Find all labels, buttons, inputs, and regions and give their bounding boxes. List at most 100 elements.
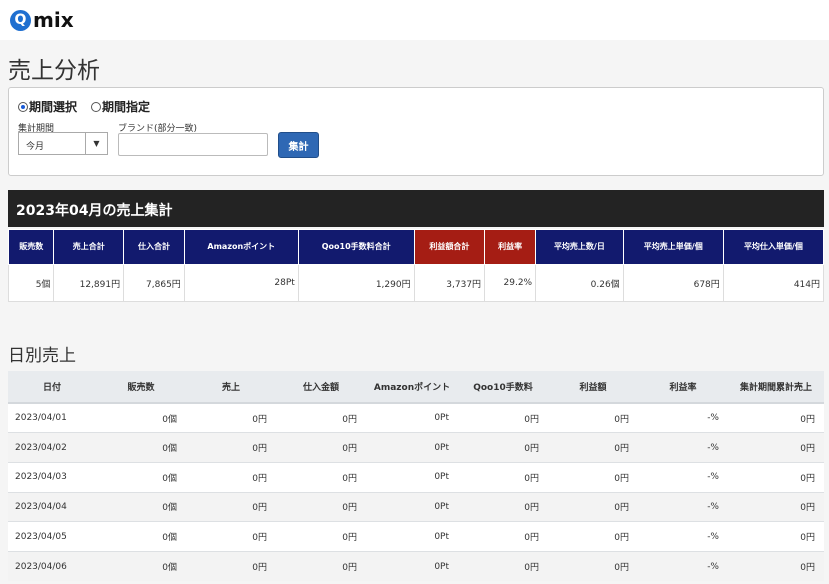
- page-title: 売上分析: [8, 58, 100, 84]
- cumulative-sales-cell: 0円: [728, 432, 824, 463]
- summary-header: 平均売上数/日: [535, 229, 624, 265]
- aggregation-period-select[interactable]: 今月 ▼: [18, 132, 108, 155]
- daily-header: 集計期間累計売上: [728, 371, 824, 404]
- daily-header: 利益額: [548, 371, 638, 404]
- amazon-points-cell: 0Pt: [366, 550, 458, 582]
- sales-cell: 0円: [186, 402, 276, 433]
- summary-value: 7,865円: [123, 264, 185, 302]
- sales-cell: 0円: [186, 432, 276, 463]
- summary-header: 利益率: [484, 229, 537, 265]
- profit-cell: 0円: [548, 550, 638, 582]
- qoo10-fee-cell: 0円: [458, 550, 548, 582]
- amazon-points-cell: 0Pt: [366, 491, 458, 522]
- daily-sales-title: 日別売上: [8, 346, 76, 366]
- purchase-cell: 0円: [276, 521, 366, 552]
- purchase-cell: 0円: [276, 550, 366, 582]
- date-cell: 2023/04/03: [8, 461, 96, 493]
- logo[interactable]: Q mix: [10, 8, 74, 32]
- aggregation-period-value: 今月: [26, 142, 45, 152]
- chevron-down-icon[interactable]: ▼: [85, 133, 107, 154]
- cumulative-sales-cell: 0円: [728, 402, 824, 433]
- profit-cell: 0円: [548, 461, 638, 493]
- date-cell: 2023/04/06: [8, 550, 96, 582]
- summary-value: 1,290円: [297, 264, 415, 302]
- summary-value: 5個: [7, 264, 55, 302]
- date-cell: 2023/04/05: [8, 521, 96, 552]
- period-specify-radio[interactable]: [91, 101, 102, 112]
- profit-cell: 0円: [548, 432, 638, 463]
- summary-header: 利益額合計: [413, 229, 486, 265]
- units-cell: 0個: [96, 432, 186, 463]
- summary-header: 平均仕入単価/個: [722, 229, 825, 265]
- table-row: 2023/04/03 0個 0円 0円 0Pt 0円 0円 -% 0円: [8, 461, 824, 493]
- daily-header-row: 日付 販売数 売上 仕入金額 Amazonポイント Qoo10手数料 利益額 利…: [8, 371, 824, 404]
- date-cell: 2023/04/04: [8, 491, 96, 522]
- summary-value: 12,891円: [53, 264, 125, 302]
- summary-value: 414円: [722, 264, 825, 302]
- aggregate-button[interactable]: 集計: [278, 132, 319, 158]
- daily-header: 利益率: [638, 371, 728, 404]
- qoo10-fee-cell: 0円: [458, 402, 548, 433]
- period-specify-label[interactable]: 期間指定: [102, 98, 150, 115]
- qoo10-fee-cell: 0円: [458, 491, 548, 522]
- cumulative-sales-cell: 0円: [728, 521, 824, 552]
- top-bar: Q mix: [0, 0, 829, 40]
- table-row: 2023/04/04 0個 0円 0円 0Pt 0円 0円 -% 0円: [8, 491, 824, 522]
- sales-cell: 0円: [186, 461, 276, 493]
- amazon-points-cell: 0Pt: [366, 521, 458, 552]
- profit-rate-cell: -%: [638, 461, 728, 493]
- amazon-points-cell: 0Pt: [366, 402, 458, 433]
- summary-value: 678円: [622, 264, 724, 302]
- date-cell: 2023/04/01: [8, 402, 96, 433]
- profit-rate-cell: -%: [638, 432, 728, 463]
- daily-header: 販売数: [96, 371, 186, 404]
- sales-cell: 0円: [186, 491, 276, 522]
- sales-cell: 0円: [186, 550, 276, 582]
- cumulative-sales-cell: 0円: [728, 491, 824, 522]
- summary-value: 29.2%: [484, 264, 537, 302]
- brand-input[interactable]: [118, 133, 268, 156]
- main-content: 売上分析 期間選択 期間指定 集計期間 ブランド(部分一致) 今月 ▼ 集計 2…: [0, 40, 829, 584]
- amazon-points-cell: 0Pt: [366, 461, 458, 493]
- table-row: 2023/04/05 0個 0円 0円 0Pt 0円 0円 -% 0円: [8, 521, 824, 552]
- summary-header: 販売数: [7, 229, 55, 265]
- qoo10-fee-cell: 0円: [458, 521, 548, 552]
- daily-header: Amazonポイント: [366, 371, 458, 404]
- summary-header: 仕入合計: [123, 229, 185, 265]
- purchase-cell: 0円: [276, 432, 366, 463]
- filter-panel: 期間選択 期間指定 集計期間 ブランド(部分一致) 今月 ▼ 集計: [8, 87, 824, 176]
- amazon-points-cell: 0Pt: [366, 432, 458, 463]
- qoo10-fee-cell: 0円: [458, 432, 548, 463]
- daily-header: 売上: [186, 371, 276, 404]
- summary-header: 売上合計: [53, 229, 125, 265]
- summary-table: 販売数 売上合計 仕入合計 Amazonポイント Qoo10手数料合計 利益額合…: [7, 229, 825, 302]
- cumulative-sales-cell: 0円: [728, 550, 824, 582]
- summary-value: 3,737円: [413, 264, 486, 302]
- profit-cell: 0円: [548, 491, 638, 522]
- summary-header-row: 販売数 売上合計 仕入合計 Amazonポイント Qoo10手数料合計 利益額合…: [7, 229, 825, 265]
- period-select-radio[interactable]: [18, 101, 28, 112]
- summary-value-row: 5個 12,891円 7,865円 28Pt 1,290円 3,737円 29.…: [7, 264, 825, 302]
- summary-title: 2023年04月の売上集計: [8, 190, 824, 227]
- daily-header: 仕入金額: [276, 371, 366, 404]
- daily-sales-table: 日付 販売数 売上 仕入金額 Amazonポイント Qoo10手数料 利益額 利…: [8, 371, 824, 582]
- profit-cell: 0円: [548, 402, 638, 433]
- purchase-cell: 0円: [276, 491, 366, 522]
- daily-header: 日付: [8, 371, 96, 404]
- cumulative-sales-cell: 0円: [728, 461, 824, 493]
- profit-rate-cell: -%: [638, 521, 728, 552]
- sales-cell: 0円: [186, 521, 276, 552]
- units-cell: 0個: [96, 521, 186, 552]
- summary-value: 28Pt: [183, 264, 299, 302]
- table-row: 2023/04/02 0個 0円 0円 0Pt 0円 0円 -% 0円: [8, 432, 824, 463]
- table-row: 2023/04/06 0個 0円 0円 0Pt 0円 0円 -% 0円: [8, 550, 824, 582]
- summary-header: Amazonポイント: [183, 229, 299, 265]
- logo-text: mix: [33, 8, 74, 32]
- period-radio-group: 期間選択 期間指定: [18, 98, 164, 115]
- period-select-label[interactable]: 期間選択: [29, 98, 77, 115]
- units-cell: 0個: [96, 402, 186, 433]
- profit-rate-cell: -%: [638, 402, 728, 433]
- qoo10-fee-cell: 0円: [458, 461, 548, 493]
- units-cell: 0個: [96, 550, 186, 582]
- units-cell: 0個: [96, 461, 186, 493]
